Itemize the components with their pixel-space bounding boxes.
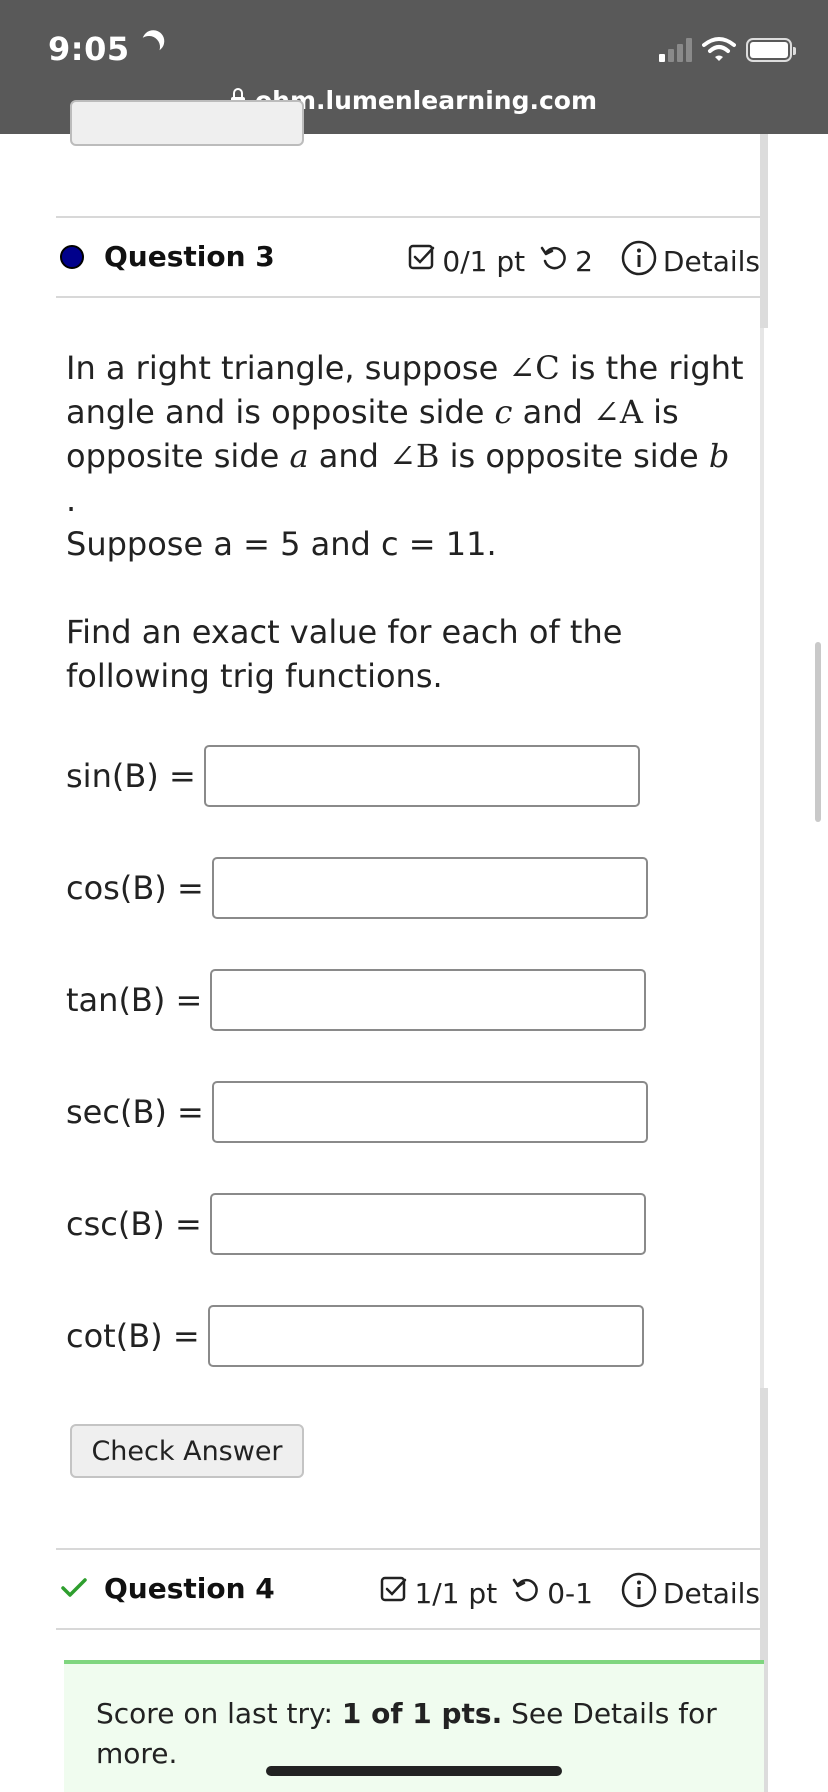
sin-input[interactable] <box>203 745 640 807</box>
divider <box>56 296 760 298</box>
csc-input[interactable] <box>209 1193 646 1255</box>
sin-label: sin(B) = <box>66 757 196 795</box>
side-c: c <box>494 393 513 431</box>
points-text: 1/1 pt <box>414 1577 498 1610</box>
checkbox-points-icon <box>408 244 436 279</box>
points-text: 0/1 pt <box>442 245 526 278</box>
info-icon[interactable] <box>621 240 657 283</box>
divider <box>56 1628 760 1630</box>
tan-input[interactable] <box>210 969 647 1031</box>
details-link[interactable]: Details <box>663 1577 760 1610</box>
question-3-header: Question 3 0/1 pt 2 Details <box>56 218 760 296</box>
cellular-signal-icon <box>659 38 692 62</box>
sec-label: sec(B) = <box>66 1093 204 1131</box>
prompt-text: . <box>66 481 77 519</box>
retry-icon <box>539 243 569 280</box>
question-meta: 1/1 pt 0-1 Details <box>380 1572 760 1615</box>
question-title: Question 4 <box>104 1572 275 1605</box>
instruction-text: Find an exact value for each of the foll… <box>66 613 623 695</box>
side-b: b <box>708 437 730 475</box>
prompt-text: In a right triangle, suppose <box>66 349 509 387</box>
question-title: Question 3 <box>104 240 275 273</box>
retry-icon <box>511 1575 541 1612</box>
prompt-text: is opposite side <box>439 437 709 475</box>
retries-text: 0-1 <box>547 1577 593 1610</box>
cot-input[interactable] <box>207 1305 644 1367</box>
page: 9:05 ohm.lumenlearning.com Question 3 0/… <box>0 0 828 1792</box>
cos-label: cos(B) = <box>66 869 204 907</box>
previous-check-answer-button[interactable] <box>70 100 304 146</box>
sec-row: sec(B) = <box>66 1080 648 1144</box>
status-time-text: 9:05 <box>48 30 130 68</box>
score-value: 1 of 1 pts. <box>341 1697 503 1730</box>
score-prefix: Score on last try: <box>96 1697 342 1730</box>
csc-row: csc(B) = <box>66 1192 646 1256</box>
angle-a: ∠A <box>593 393 643 431</box>
question-4-header: Question 4 1/1 pt 0-1 Details <box>56 1550 760 1628</box>
status-time: 9:05 <box>48 30 160 68</box>
details-link[interactable]: Details <box>663 245 760 278</box>
home-indicator[interactable] <box>266 1766 562 1776</box>
status-dot-icon <box>60 245 84 269</box>
cos-input[interactable] <box>211 857 648 919</box>
check-answer-button[interactable]: Check Answer <box>70 1424 304 1478</box>
question-meta: 0/1 pt 2 Details <box>408 240 760 283</box>
given-values: Suppose a = 5 and c = 11. <box>66 525 497 563</box>
wifi-icon <box>702 36 736 62</box>
question-prompt: In a right triangle, suppose ∠C is the r… <box>66 346 746 522</box>
side-a: a <box>289 437 309 475</box>
tan-label: tan(B) = <box>66 981 203 1019</box>
checkbox-points-icon <box>380 1576 408 1611</box>
sec-input[interactable] <box>211 1081 648 1143</box>
retries-text: 2 <box>575 245 593 278</box>
tan-row: tan(B) = <box>66 968 647 1032</box>
cot-row: cot(B) = <box>66 1304 644 1368</box>
sin-row: sin(B) = <box>66 744 640 808</box>
url-text: ohm.lumenlearning.com <box>254 86 598 115</box>
csc-label: csc(B) = <box>66 1205 202 1243</box>
cos-row: cos(B) = <box>66 856 648 920</box>
battery-icon <box>746 38 796 62</box>
prompt-text: and <box>308 437 390 475</box>
page-gutter-inner <box>760 328 764 1388</box>
angle-c: ∠C <box>508 349 560 387</box>
status-icons <box>659 36 796 62</box>
info-icon[interactable] <box>621 1572 657 1615</box>
scrollbar-thumb[interactable] <box>815 642 821 822</box>
prompt-text: and <box>512 393 594 431</box>
correct-checkmark-icon <box>60 1576 88 1604</box>
cot-label: cot(B) = <box>66 1317 200 1355</box>
moon-icon <box>134 33 162 61</box>
angle-b: ∠B <box>389 437 440 475</box>
